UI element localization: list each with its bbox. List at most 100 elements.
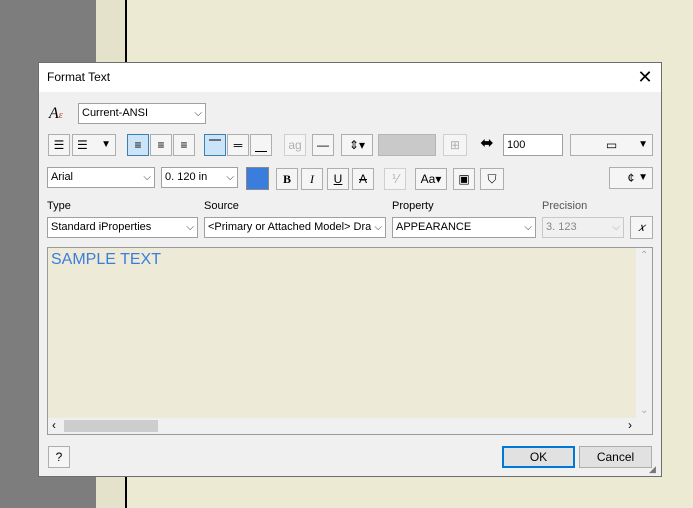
title-bar: Format Text ✕ (39, 63, 661, 92)
horizontal-scrollbar[interactable]: ‹ › (48, 418, 636, 434)
numbered-list-icon: ☰ (77, 138, 88, 152)
chevron-down-icon: ⌵ (372, 218, 382, 237)
precision-label: Precision (542, 200, 588, 212)
line-spacing-icon: ⇕▾ (348, 138, 366, 152)
spacing-dropdown[interactable]: ▭ ▼ (570, 134, 653, 156)
format-text-dialog: Format Text ✕ Aε Current-ANSI ⌵ ☰ ☰ ▼ ≡ ≡… (38, 62, 662, 477)
scroll-left-icon: ‹ (52, 418, 56, 432)
align-bottom-button[interactable]: ⎽ (250, 134, 272, 156)
stretch-input[interactable]: 100 (503, 134, 563, 156)
chevron-down-icon: ⌵ (524, 222, 532, 233)
background-fill-button[interactable]: ⛉ (480, 168, 504, 190)
fraction-button[interactable]: ⅟ (384, 168, 406, 190)
fraction-icon: ⅟ (391, 172, 399, 186)
scroll-up-icon: ⌃ (640, 250, 649, 261)
ok-button[interactable]: OK (502, 446, 575, 468)
align-middle-button[interactable]: ═ (227, 134, 249, 156)
chevron-down-icon: ⌵ (226, 172, 234, 183)
numbering-button[interactable]: ☰ ▼ (72, 134, 116, 156)
type-label: Type (47, 200, 71, 212)
chevron-down-icon: ▼ (101, 139, 111, 150)
text-editor[interactable]: SAMPLE TEXT ⌃ ⌄ ‹ › (47, 247, 653, 435)
chevron-down-icon: ⌵ (612, 222, 620, 233)
text-frame-icon: ▣ (458, 172, 470, 186)
type-select[interactable]: Standard iProperties ⌵ (47, 217, 198, 238)
insert-field-icon: 𝑥 (638, 220, 645, 234)
help-icon: ? (55, 450, 63, 464)
stack-icon: ⊞ (449, 138, 461, 152)
line-spacing-button[interactable]: ⇕▾ (341, 134, 373, 156)
line-spacing-value (378, 134, 436, 156)
symbol-button[interactable]: ¢ ▼ (609, 167, 653, 189)
align-top-icon: ⎺ (208, 138, 221, 152)
frame-button[interactable]: ▣ (453, 168, 475, 190)
case-button[interactable]: Aa▾ (415, 168, 447, 190)
align-top-button[interactable]: ⎺ (204, 134, 226, 156)
strikethrough-button[interactable]: A (352, 168, 374, 190)
horizontal-scroll-thumb[interactable] (64, 420, 158, 432)
source-label: Source (204, 200, 239, 212)
close-icon: ✕ (637, 67, 653, 87)
stretch-value: 100 (507, 139, 526, 151)
change-case-icon: Aa▾ (420, 172, 442, 186)
chevron-down-icon: ⌵ (143, 172, 151, 183)
underline-label: U (333, 172, 343, 186)
spacing-icon: ▭ (605, 138, 618, 152)
dialog-title: Format Text (47, 70, 111, 84)
close-button[interactable]: ✕ (635, 67, 655, 87)
ok-label: OK (529, 450, 548, 464)
text-color-button[interactable] (246, 167, 269, 190)
italic-label: I (310, 172, 314, 186)
align-left-icon: ≡ (134, 138, 142, 152)
text-style-icon: Aε (49, 105, 63, 122)
strikethrough-label: A (358, 172, 367, 186)
property-value: APPEARANCE (396, 221, 472, 233)
font-size-value: 0. 120 in (165, 171, 208, 183)
chevron-down-icon: ▼ (638, 172, 648, 183)
precision-value: 3. 123 (546, 221, 577, 233)
cancel-button[interactable]: Cancel (579, 446, 652, 468)
resize-grip-icon[interactable]: ◢ (649, 464, 659, 474)
vertical-scrollbar[interactable]: ⌃ ⌄ (636, 248, 652, 418)
stretch-icon: ⬌ (480, 135, 494, 152)
baseline-button[interactable]: ag (284, 134, 306, 156)
bold-label: B (282, 172, 291, 186)
scroll-right-icon: › (628, 418, 632, 432)
text-style-value: Current-ANSI (82, 107, 149, 119)
align-bottom-icon: ⎽ (254, 138, 267, 152)
align-middle-icon: ═ (233, 138, 243, 152)
align-left-button[interactable]: ≡ (127, 134, 149, 156)
line-button[interactable]: — (312, 134, 334, 156)
bullets-button[interactable]: ☰ (48, 134, 70, 156)
chevron-down-icon: ▼ (638, 139, 648, 150)
italic-button[interactable]: I (301, 168, 323, 190)
underline-button[interactable]: U (327, 168, 349, 190)
precision-select[interactable]: 3. 123 ⌵ (542, 217, 624, 238)
bold-button[interactable]: B (276, 168, 298, 190)
add-parameter-button[interactable]: 𝑥 (630, 216, 653, 239)
chevron-down-icon: ⌵ (194, 108, 202, 119)
baseline-icon: ag (288, 138, 302, 152)
align-right-icon: ≡ (180, 138, 188, 152)
source-select[interactable]: <Primary or Attached Model> Dra ⌵ (204, 217, 386, 238)
font-size-select[interactable]: 0. 120 in ⌵ (161, 167, 238, 188)
chevron-down-icon: ⌵ (184, 218, 194, 237)
align-center-icon: ≡ (157, 138, 165, 152)
bullet-list-icon: ☰ (53, 138, 65, 152)
editor-text: SAMPLE TEXT (51, 251, 161, 268)
property-select[interactable]: APPEARANCE ⌵ (392, 217, 536, 238)
scroll-corner (636, 418, 652, 434)
stack-button[interactable]: ⊞ (443, 134, 467, 156)
property-label: Property (392, 200, 434, 212)
paint-bucket-icon: ⛉ (487, 172, 497, 186)
symbol-label: ¢ (627, 171, 635, 185)
text-style-select[interactable]: Current-ANSI ⌵ (78, 103, 206, 124)
font-select[interactable]: Arial ⌵ (47, 167, 155, 188)
horizontal-line-icon: — (317, 138, 329, 152)
source-value: <Primary or Attached Model> Dra (208, 221, 372, 233)
font-value: Arial (51, 171, 74, 183)
help-button[interactable]: ? (48, 446, 70, 468)
align-center-button[interactable]: ≡ (150, 134, 172, 156)
type-value: Standard iProperties (51, 221, 152, 233)
align-right-button[interactable]: ≡ (173, 134, 195, 156)
